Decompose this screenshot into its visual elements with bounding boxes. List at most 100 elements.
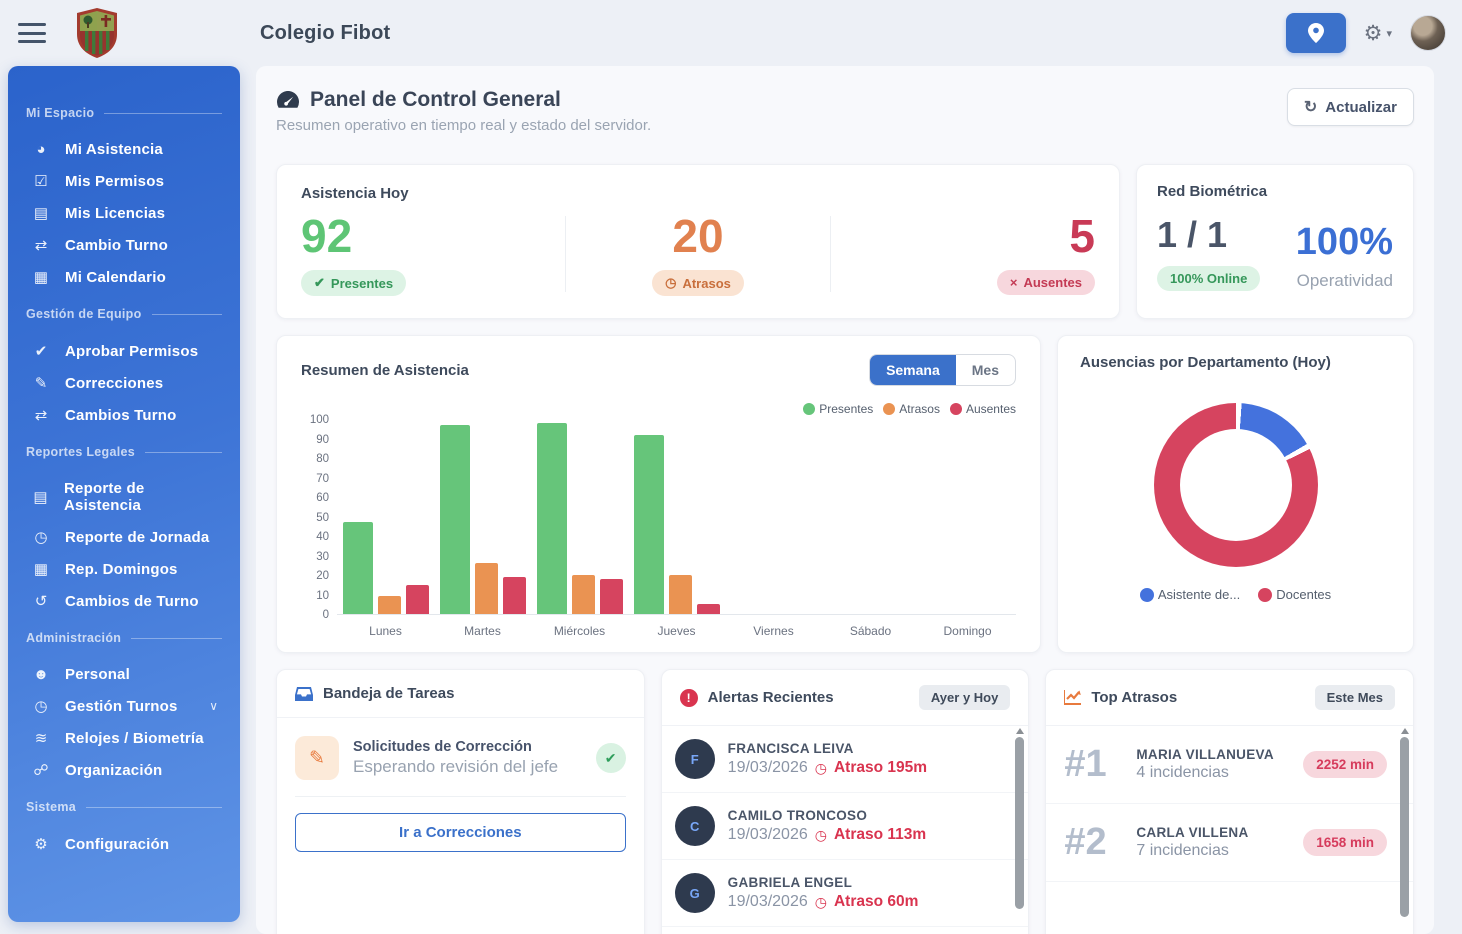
delay-rank-item[interactable]: #2 CARLA VILLENA 7 incidencias 1658 min <box>1046 804 1413 882</box>
y-tick-label: 100 <box>310 414 329 426</box>
sidebar-item-correcciones[interactable]: ✎ Correcciones <box>26 367 222 399</box>
alerts-scrollbar[interactable] <box>1014 726 1025 934</box>
sidebar-section-heading: Sistema <box>26 800 222 814</box>
map-pin-icon <box>1308 23 1324 43</box>
refresh-button[interactable]: ↻ Actualizar <box>1287 88 1414 126</box>
y-tick-label: 20 <box>316 570 329 582</box>
sidebar-item-mis-permisos[interactable]: ☑ Mis Permisos <box>26 165 222 197</box>
x-axis-labels: LunesMartesMiércolesJuevesViernesSábadoD… <box>337 624 1016 638</box>
settings-menu[interactable]: ⚙ ▾ <box>1364 21 1392 46</box>
alert-person-name: CAMILO TRONCOSO <box>728 808 927 823</box>
bar-atrasos-lunes <box>378 596 401 614</box>
clock-icon: ◷ <box>815 827 827 844</box>
biometric-card-title: Red Biométrica <box>1157 183 1393 200</box>
alert-list-item[interactable]: F FRANCISCA LEIVA 19/03/2026 ◷ Atraso 19… <box>662 726 1029 793</box>
scrollbar-thumb[interactable] <box>1015 737 1024 909</box>
sidebar-item-label: Relojes / Biometría <box>65 730 204 747</box>
top-delays-scrollbar[interactable] <box>1399 726 1410 934</box>
sidebar-item-reporte-de-jornada[interactable]: ◷ Reporte de Jornada <box>26 521 222 553</box>
y-tick-label: 90 <box>316 434 329 446</box>
sidebar-item-mi-asistencia[interactable]: ◕ Mi Asistencia <box>26 134 222 165</box>
task-item[interactable]: ✎ Solicitudes de Corrección Esperando re… <box>295 736 626 780</box>
page-subtitle: Resumen operativo en tiempo real y estad… <box>276 117 651 134</box>
menu-toggle-icon[interactable] <box>18 23 46 43</box>
sidebar-item-label: Mis Permisos <box>65 173 164 190</box>
rank-incidents: 4 incidencias <box>1136 764 1289 782</box>
sidebar-section: Mi Espacio ◕ Mi Asistencia ☑ Mis Permiso… <box>26 106 222 293</box>
sidebar-item-label: Cambio Turno <box>65 237 168 254</box>
scroll-up-icon[interactable] <box>1016 728 1024 734</box>
alert-person-name: FRANCISCA LEIVA <box>728 741 927 756</box>
y-tick-label: 50 <box>316 512 329 524</box>
absences-by-department-card: Ausencias por Departamento (Hoy) Asisten… <box>1057 335 1414 653</box>
toggle-mes[interactable]: Mes <box>956 355 1015 385</box>
sidebar-section-heading: Reportes Legales <box>26 445 222 459</box>
fingerprint-icon: ≋ <box>30 729 52 747</box>
legend-dot <box>950 403 962 415</box>
delay-minutes-badge: 1658 min <box>1303 829 1387 856</box>
metric-value: 5 <box>1069 212 1095 260</box>
sidebar-section-label: Mi Espacio <box>26 106 94 120</box>
y-tick-label: 70 <box>316 473 329 485</box>
y-tick-label: 10 <box>316 590 329 602</box>
donut-chart <box>1154 403 1318 567</box>
pie-chart-icon: ◕ <box>30 141 52 158</box>
check-icon: ✔ <box>314 275 325 291</box>
sidebar-item-configuraci-n[interactable]: ⚙ Configuración <box>26 828 222 860</box>
location-button[interactable] <box>1286 13 1346 53</box>
alert-delay: Atraso 60m <box>834 893 918 911</box>
go-to-corrections-button[interactable]: Ir a Correcciones <box>295 813 626 852</box>
sidebar-item-personal[interactable]: ☻ Personal <box>26 659 222 690</box>
school-crest-logo <box>74 7 120 59</box>
x-tick-label: Jueves <box>628 624 725 638</box>
alerts-card-title: Alertas Recientes <box>708 689 834 706</box>
sidebar-item-cambio-turno[interactable]: ⇄ Cambio Turno <box>26 229 222 261</box>
sidebar-item-gesti-n-turnos[interactable]: ◷ Gestión Turnos ∨ <box>26 690 222 722</box>
sidebar-item-aprobar-permisos[interactable]: ✔ Aprobar Permisos <box>26 335 222 367</box>
sidebar-item-mis-licencias[interactable]: ▤ Mis Licencias <box>26 197 222 229</box>
scroll-up-icon[interactable] <box>1401 728 1409 734</box>
alert-delay: Atraso 113m <box>834 826 926 844</box>
sidebar-section-label: Sistema <box>26 800 76 814</box>
page-title: Panel de Control General <box>310 88 561 112</box>
sidebar-item-label: Mi Calendario <box>65 269 166 286</box>
sidebar-item-cambios-turno[interactable]: ⇄ Cambios Turno <box>26 399 222 431</box>
alert-list-item[interactable]: C CAMILO TRONCOSO 19/03/2026 ◷ Atraso 11… <box>662 793 1029 860</box>
alert-list-item[interactable]: G GABRIELA ENGEL 19/03/2026 ◷ Atraso 60m <box>662 860 1029 927</box>
sidebar-item-label: Correcciones <box>65 375 163 392</box>
bar-group-sábado <box>822 420 919 614</box>
biometric-network-card: Red Biométrica 1 / 1 100% Online 100% Op… <box>1136 164 1414 319</box>
x-tick-label: Martes <box>434 624 531 638</box>
bar-group-domingo <box>919 420 1016 614</box>
bar-ausentes-jueves <box>697 604 720 614</box>
sidebar-item-rep-domingos[interactable]: ▦ Rep. Domingos <box>26 553 222 585</box>
bar-presentes-martes <box>440 425 470 614</box>
bar-plot-area <box>337 420 1016 615</box>
sidebar-item-cambios-de-turno[interactable]: ↺ Cambios de Turno <box>26 585 222 617</box>
user-avatar[interactable] <box>1410 15 1446 51</box>
edit-square-icon: ✎ <box>295 736 339 780</box>
scrollbar-thumb[interactable] <box>1400 737 1409 917</box>
clock-icon: ◷ <box>30 697 52 715</box>
metric-badge: ✔Presentes <box>301 270 406 296</box>
metric-badge: ×Ausentes <box>997 270 1095 295</box>
sidebar-item-organizaci-n[interactable]: ☍ Organización <box>26 754 222 786</box>
sidebar-item-mi-calendario[interactable]: ▦ Mi Calendario <box>26 261 222 293</box>
x-tick-label: Sábado <box>822 624 919 638</box>
tachometer-icon <box>276 89 300 111</box>
delay-rank-item[interactable]: #1 MARIA VILLANUEVA 4 incidencias 2252 m… <box>1046 726 1413 804</box>
top-delays-title: Top Atrasos <box>1091 689 1177 706</box>
legend-item: Ausentes <box>950 402 1016 416</box>
check-circle-icon: ✔ <box>596 743 626 773</box>
bar-ausentes-martes <box>503 577 526 614</box>
toggle-semana[interactable]: Semana <box>870 355 956 385</box>
bar-presentes-miércoles <box>537 423 567 614</box>
sidebar-item-label: Gestión Turnos <box>65 698 178 715</box>
donut-legend-item: Asistente de... <box>1140 587 1240 602</box>
clock-icon: ◷ <box>665 275 676 291</box>
sidebar-item-relojes-biometr-a[interactable]: ≋ Relojes / Biometría <box>26 722 222 754</box>
attendance-card-title: Asistencia Hoy <box>301 185 1095 202</box>
sidebar-item-reporte-de-asistencia[interactable]: ▤ Reporte de Asistencia <box>26 473 222 521</box>
rank-person-name: MARIA VILLANUEVA <box>1136 747 1289 762</box>
sidebar-item-label: Personal <box>65 666 130 683</box>
